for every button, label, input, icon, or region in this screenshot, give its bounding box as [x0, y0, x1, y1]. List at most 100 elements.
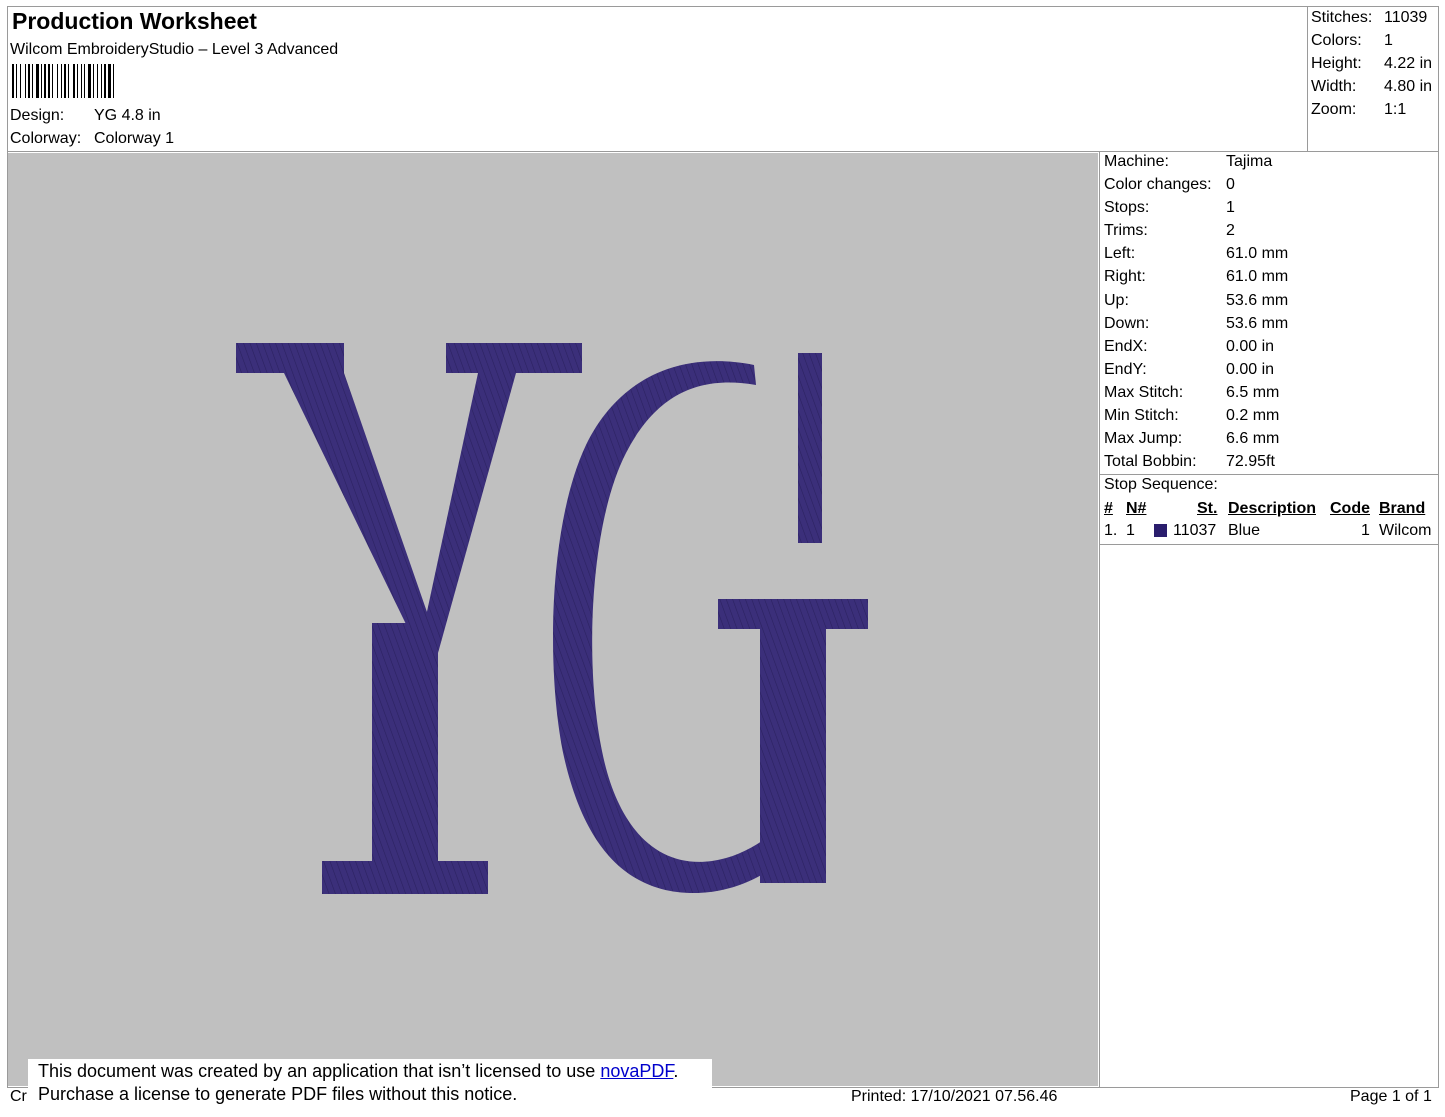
summary-value: 4.22 in — [1384, 55, 1433, 72]
col-description: Description — [1228, 500, 1317, 517]
summary-row: Zoom: 1:1 — [1311, 100, 1432, 123]
info-label: Color changes: — [1104, 176, 1212, 194]
machine-info-panel: Machine: Tajima Color changes: 0 Stops: 1 T… — [1104, 152, 1288, 475]
info-label: EndY: — [1104, 360, 1147, 378]
summary-value: 1 — [1384, 32, 1393, 49]
summary-row: Width: 4.80 in — [1311, 77, 1432, 100]
info-label: Total Bobbin: — [1104, 453, 1197, 471]
colorway-label: Colorway: — [10, 130, 82, 147]
design-artwork — [236, 343, 868, 894]
table-row: 1. 1 11037 Blue 1 Wilcom — [1104, 522, 1438, 542]
stop-sequence-header: # N# St. Description Code Brand — [1104, 500, 1438, 520]
page-title: Production Worksheet — [12, 8, 257, 34]
info-row: Max Stitch: 6.5 mm — [1104, 383, 1288, 406]
summary-row: Stitches: 11039 — [1311, 8, 1432, 31]
design-preview-canvas — [8, 153, 1098, 1086]
notice-text: This document was created by an applicat… — [38, 1061, 601, 1081]
info-label: EndX: — [1104, 337, 1148, 355]
info-value: 72.95ft — [1226, 453, 1275, 471]
row-description: Blue — [1228, 522, 1261, 539]
info-row: Down: 53.6 mm — [1104, 314, 1288, 337]
notice-period: . — [673, 1061, 679, 1081]
info-value: Tajima — [1226, 153, 1273, 170]
info-value: 6.5 mm — [1226, 383, 1280, 401]
summary-label: Height: — [1311, 55, 1362, 72]
col-needle: N# — [1126, 500, 1147, 517]
printed-date: Printed: 17/10/2021 07.56.46 — [851, 1088, 1058, 1105]
design-row: Design: YG 4.8 in — [10, 107, 161, 125]
barcode — [12, 64, 114, 98]
colorway-value: Colorway 1 — [94, 130, 175, 147]
info-value: 0.2 mm — [1226, 407, 1280, 425]
summary-label: Zoom: — [1311, 101, 1357, 118]
info-label: Trims: — [1104, 222, 1148, 240]
info-row: Left: 61.0 mm — [1104, 244, 1288, 267]
summary-label: Width: — [1311, 78, 1357, 95]
col-stitches: St. — [1197, 500, 1218, 517]
info-value: 6.6 mm — [1226, 430, 1280, 448]
design-label: Design: — [10, 107, 65, 124]
summary-value: 11039 — [1384, 9, 1428, 26]
embroidery-letters — [236, 343, 868, 894]
license-notice: This document was created by an applicat… — [28, 1059, 712, 1115]
row-brand: Wilcom — [1379, 522, 1432, 539]
stop-sequence-label: Stop Sequence: — [1104, 476, 1218, 493]
info-value: 61.0 mm — [1226, 245, 1289, 263]
row-code: 1 — [1361, 522, 1370, 539]
info-value: 53.6 mm — [1226, 291, 1289, 309]
info-row: Color changes: 0 — [1104, 175, 1288, 198]
right-border — [1438, 6, 1439, 1087]
summary-panel: Stitches: 11039 Colors: 1 Height: 4.22 in W… — [1311, 8, 1432, 123]
summary-row: Height: 4.22 in — [1311, 54, 1432, 77]
info-row: Machine: Tajima — [1104, 152, 1288, 175]
info-row: Min Stitch: 0.2 mm — [1104, 406, 1288, 429]
summary-row: Colors: 1 — [1311, 31, 1432, 54]
color-swatch — [1154, 524, 1167, 537]
info-row: EndY: 0.00 in — [1104, 360, 1288, 383]
footer-left-text: Cr — [10, 1088, 27, 1105]
info-panel-divider — [1099, 151, 1100, 1087]
page-number: Page 1 of 1 — [1350, 1088, 1432, 1105]
notice-line-2: Purchase a license to generate PDF files… — [38, 1084, 518, 1104]
info-label: Machine: — [1104, 153, 1169, 170]
notice-line-1: This document was created by an applicat… — [38, 1060, 712, 1083]
col-brand: Brand — [1379, 500, 1426, 517]
info-row: Stops: 1 — [1104, 198, 1288, 221]
info-value: 0.00 in — [1226, 360, 1275, 378]
info-label: Down: — [1104, 314, 1150, 332]
summary-value: 1:1 — [1384, 101, 1407, 118]
stop-table-bottom — [1099, 544, 1439, 545]
info-value: 2 — [1226, 222, 1235, 240]
info-label: Right: — [1104, 268, 1146, 286]
info-row: Max Jump: 6.6 mm — [1104, 429, 1288, 452]
row-index: 1. — [1104, 522, 1118, 539]
info-label: Max Stitch: — [1104, 383, 1184, 401]
info-row: Trims: 2 — [1104, 221, 1288, 244]
info-row: Total Bobbin: 72.95ft — [1104, 452, 1288, 475]
info-value: 61.0 mm — [1226, 268, 1289, 286]
info-row: Right: 61.0 mm — [1104, 267, 1288, 290]
colorway-row: Colorway: Colorway 1 — [10, 130, 174, 148]
info-value: 53.6 mm — [1226, 314, 1289, 332]
row-needle: 1 — [1126, 522, 1135, 539]
info-label: Min Stitch: — [1104, 407, 1179, 425]
info-row: EndX: 0.00 in — [1104, 337, 1288, 360]
top-border — [7, 6, 1439, 7]
info-label: Stops: — [1104, 199, 1150, 217]
info-label: Max Jump: — [1104, 430, 1183, 448]
software-name: Wilcom EmbroideryStudio – Level 3 Advanc… — [10, 41, 339, 58]
info-value: 1 — [1226, 199, 1235, 217]
col-code: Code — [1330, 500, 1370, 517]
summary-value: 4.80 in — [1384, 78, 1433, 95]
info-label: Left: — [1104, 245, 1136, 263]
summary-label: Stitches: — [1311, 9, 1373, 26]
novapdf-link[interactable]: novaPDF — [600, 1061, 673, 1081]
info-value: 0 — [1226, 176, 1235, 194]
summary-label: Colors: — [1311, 32, 1362, 49]
info-value: 0.00 in — [1226, 337, 1275, 355]
col-index: # — [1104, 500, 1113, 517]
info-row: Up: 53.6 mm — [1104, 291, 1288, 314]
info-label: Up: — [1104, 291, 1129, 309]
design-value: YG 4.8 in — [94, 107, 161, 124]
row-stitches: 11037 — [1173, 522, 1217, 539]
